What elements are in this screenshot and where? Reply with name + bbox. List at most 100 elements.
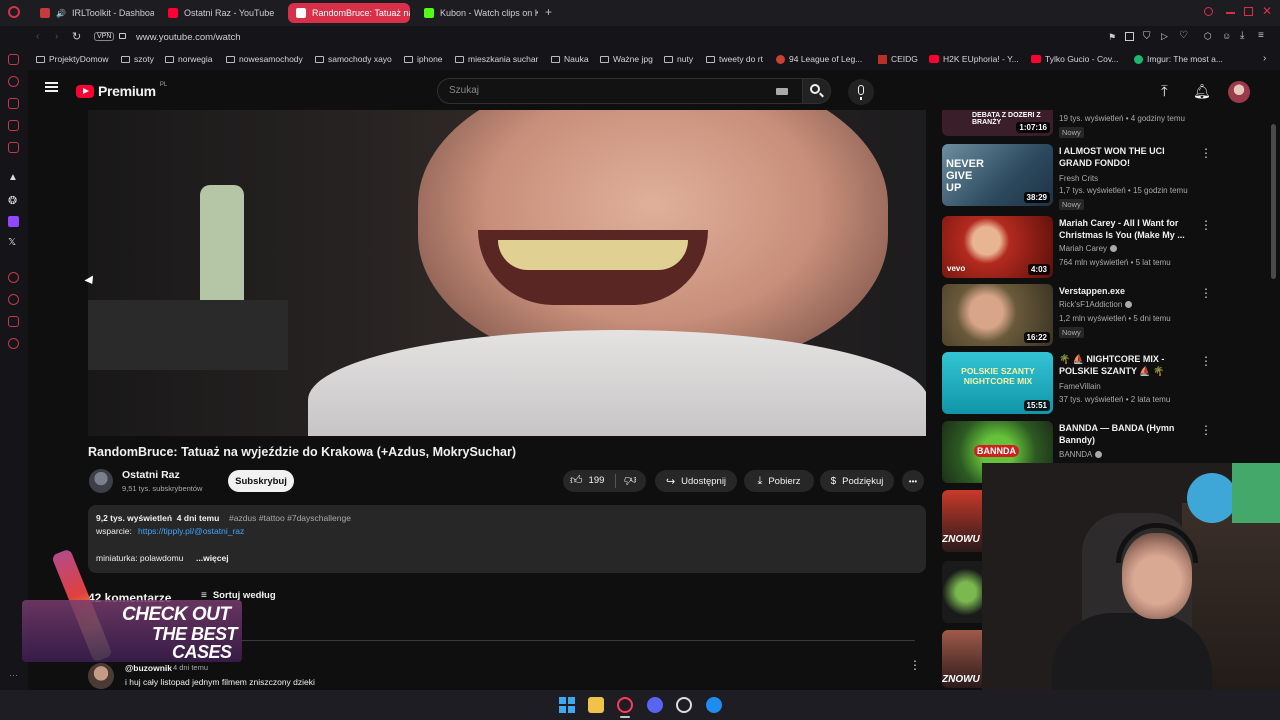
bookmark-item[interactable]: Nauka <box>551 54 589 64</box>
sidebar-app-icon[interactable] <box>8 272 19 283</box>
screenshot-icon[interactable] <box>1125 32 1134 41</box>
recommended-video[interactable]: 16:22 Verstappen.exe Rick'sF1Addiction 1… <box>942 284 1212 348</box>
bookmarks-more-icon[interactable]: › <box>1263 53 1266 64</box>
channel-name[interactable]: Rick'sF1Addiction <box>1059 300 1133 309</box>
search-button[interactable] <box>803 78 831 104</box>
channel-name[interactable]: FameVillain <box>1059 382 1101 391</box>
channel-name[interactable]: Fresh Crits <box>1059 174 1098 183</box>
tab-randombruce[interactable]: RandomBruce: Tatuaż na <box>288 3 410 23</box>
more-options-icon[interactable]: ⋮ <box>1200 423 1212 437</box>
obs-icon[interactable] <box>676 697 692 713</box>
comment-author[interactable]: @buzownik <box>125 663 172 673</box>
channel-name[interactable]: BANNDA <box>1059 450 1103 459</box>
reload-icon[interactable]: ↻ <box>72 30 81 43</box>
bookmark-item[interactable]: CEIDG <box>878 54 918 64</box>
tab-kubon-kick[interactable]: Kubon - Watch clips on K <box>416 3 538 23</box>
bookmark-item[interactable]: samochody xayo <box>315 54 392 64</box>
avatar[interactable] <box>1228 81 1250 103</box>
search-input[interactable]: Szukaj <box>437 78 803 104</box>
more-options-icon[interactable]: ⋮ <box>1200 286 1212 300</box>
more-options-icon[interactable]: ⋮ <box>1200 146 1212 160</box>
like-button[interactable]: 👍︎ 199 <box>570 473 604 488</box>
file-explorer-icon[interactable] <box>588 697 604 713</box>
sidebar-history-icon[interactable] <box>8 294 19 305</box>
new-tab-button[interactable]: + <box>545 5 552 19</box>
bookmark-item[interactable]: H2K EUphoria! - Y... <box>929 54 1019 64</box>
youtube-logo[interactable]: Premium PL <box>76 82 167 99</box>
vpn-badge[interactable]: VPN <box>94 32 115 41</box>
hashtags[interactable]: #azdus #tattoo #7dayschallenge <box>229 513 351 523</box>
recommended-video[interactable]: DEBATA Z DOZERI Z BRANŻY 1:07:16 19 tys.… <box>942 110 1212 138</box>
extensions-icon[interactable]: ⬡ <box>1204 31 1212 42</box>
play-icon[interactable]: ▷ <box>1161 31 1168 42</box>
comment-avatar[interactable] <box>88 663 114 689</box>
more-options-icon[interactable]: ⋮ <box>1200 218 1212 232</box>
sidebar-x-icon[interactable]: 𝕏 <box>8 237 16 248</box>
sidebar-app-icon[interactable] <box>8 76 19 87</box>
sidebar-app-icon[interactable] <box>8 120 19 131</box>
recommended-thumbnail-partial[interactable]: ZNOWU <box>942 630 982 688</box>
channel-avatar[interactable] <box>89 469 113 493</box>
tab-ostatni-raz[interactable]: Ostatni Raz - YouTube <box>160 3 282 23</box>
sidebar-more-icon[interactable]: ··· <box>9 670 18 680</box>
search-tabs-icon[interactable] <box>1204 7 1213 16</box>
bookmark-item[interactable]: Ważne jpg <box>600 54 653 64</box>
recommended-video[interactable]: POLSKIE SZANTY NIGHTCORE MIX 15:51 🌴 ⛵ N… <box>942 352 1212 416</box>
bookmark-item[interactable]: szoty <box>121 54 154 64</box>
bookmark-item[interactable]: nowesamochody <box>226 54 303 64</box>
url-field[interactable]: www.youtube.com/watch <box>136 32 241 43</box>
support-link[interactable]: https://tipply.pl/@ostatni_raz <box>138 526 244 536</box>
page-scrollbar[interactable] <box>1271 124 1276 279</box>
video-player[interactable] <box>88 110 926 436</box>
comment-menu-icon[interactable]: ⋮ <box>909 658 921 672</box>
sidebar-app-icon[interactable] <box>8 98 19 109</box>
recommended-thumbnail-partial[interactable] <box>942 561 982 623</box>
forward-icon[interactable]: › <box>55 31 58 42</box>
download-button[interactable]: ⤓ Pobierz <box>744 470 814 492</box>
sidebar-app-icon[interactable] <box>8 316 19 327</box>
minimize-icon[interactable] <box>1226 12 1235 14</box>
windows-start-icon[interactable] <box>559 697 575 713</box>
bookmark-item[interactable]: norwegia <box>165 54 213 64</box>
sidebar-app-icon[interactable] <box>8 142 19 153</box>
voice-search-button[interactable] <box>848 79 874 105</box>
bookmark-item[interactable]: nuty <box>664 54 693 64</box>
dislike-button[interactable]: 👍︎ <box>624 472 637 487</box>
close-icon[interactable]: ✕ <box>1262 4 1272 18</box>
recommended-video[interactable]: NEVER GIVE UP 38:29 I ALMOST WON THE UCI… <box>942 144 1212 210</box>
heart-icon[interactable]: ♡ <box>1179 30 1188 41</box>
discord-icon[interactable] <box>647 697 663 713</box>
bookmark-item[interactable]: Tylko Gucio - Cov... <box>1031 54 1119 64</box>
subscribe-button[interactable]: Subskrybuj <box>228 470 294 492</box>
bookmark-item[interactable]: tweety do rt <box>706 54 763 64</box>
back-icon[interactable]: ‹ <box>36 31 39 42</box>
share-button[interactable]: ↪ Udostępnij <box>655 470 737 492</box>
messenger-icon[interactable] <box>706 697 722 713</box>
bookmark-item[interactable]: ProjektyDomow <box>36 54 109 64</box>
thanks-button[interactable]: $ Podziękuj <box>820 470 894 492</box>
shield-icon[interactable]: ⛉ <box>1143 31 1151 42</box>
more-actions-button[interactable]: ••• <box>902 470 924 492</box>
channel-name[interactable]: Ostatni Raz <box>122 469 180 481</box>
profile-icon[interactable]: ☺ <box>1222 31 1231 41</box>
menu-icon[interactable]: ≡ <box>1258 30 1264 41</box>
opera-logo-icon[interactable] <box>8 6 20 18</box>
bookmark-icon[interactable]: ⚑ <box>1108 32 1116 43</box>
sidebar-app-icon[interactable] <box>8 54 19 65</box>
recommended-thumbnail-partial[interactable]: ZNOWU <box>942 490 982 552</box>
more-options-icon[interactable]: ⋮ <box>1200 354 1212 368</box>
recommended-video[interactable]: vevo 4:03 Mariah Carey - All I Want for … <box>942 216 1212 280</box>
bookmark-item[interactable]: Imgur: The most a... <box>1134 54 1223 64</box>
sidebar-chatgpt-icon[interactable]: ❂ <box>8 194 17 207</box>
tab-irltoolkit[interactable]: 🔊 IRLToolkit - Dashboar <box>32 3 154 23</box>
sidebar-settings-icon[interactable] <box>8 338 19 349</box>
notifications-bell-icon[interactable]: 🔔︎ <box>1193 83 1211 100</box>
bookmark-item[interactable]: mieszkania suchar <box>455 54 538 64</box>
bookmark-item[interactable]: 94 League of Leg... <box>776 54 862 64</box>
sidebar-arc-icon[interactable]: ▲ <box>8 172 18 183</box>
download-icon[interactable]: ⤓ <box>1240 30 1244 41</box>
keyboard-icon[interactable] <box>776 88 788 95</box>
opera-gx-icon[interactable] <box>617 697 633 713</box>
channel-name[interactable]: Mariah Carey <box>1059 244 1118 253</box>
bookmark-item[interactable]: iphone <box>404 54 443 64</box>
